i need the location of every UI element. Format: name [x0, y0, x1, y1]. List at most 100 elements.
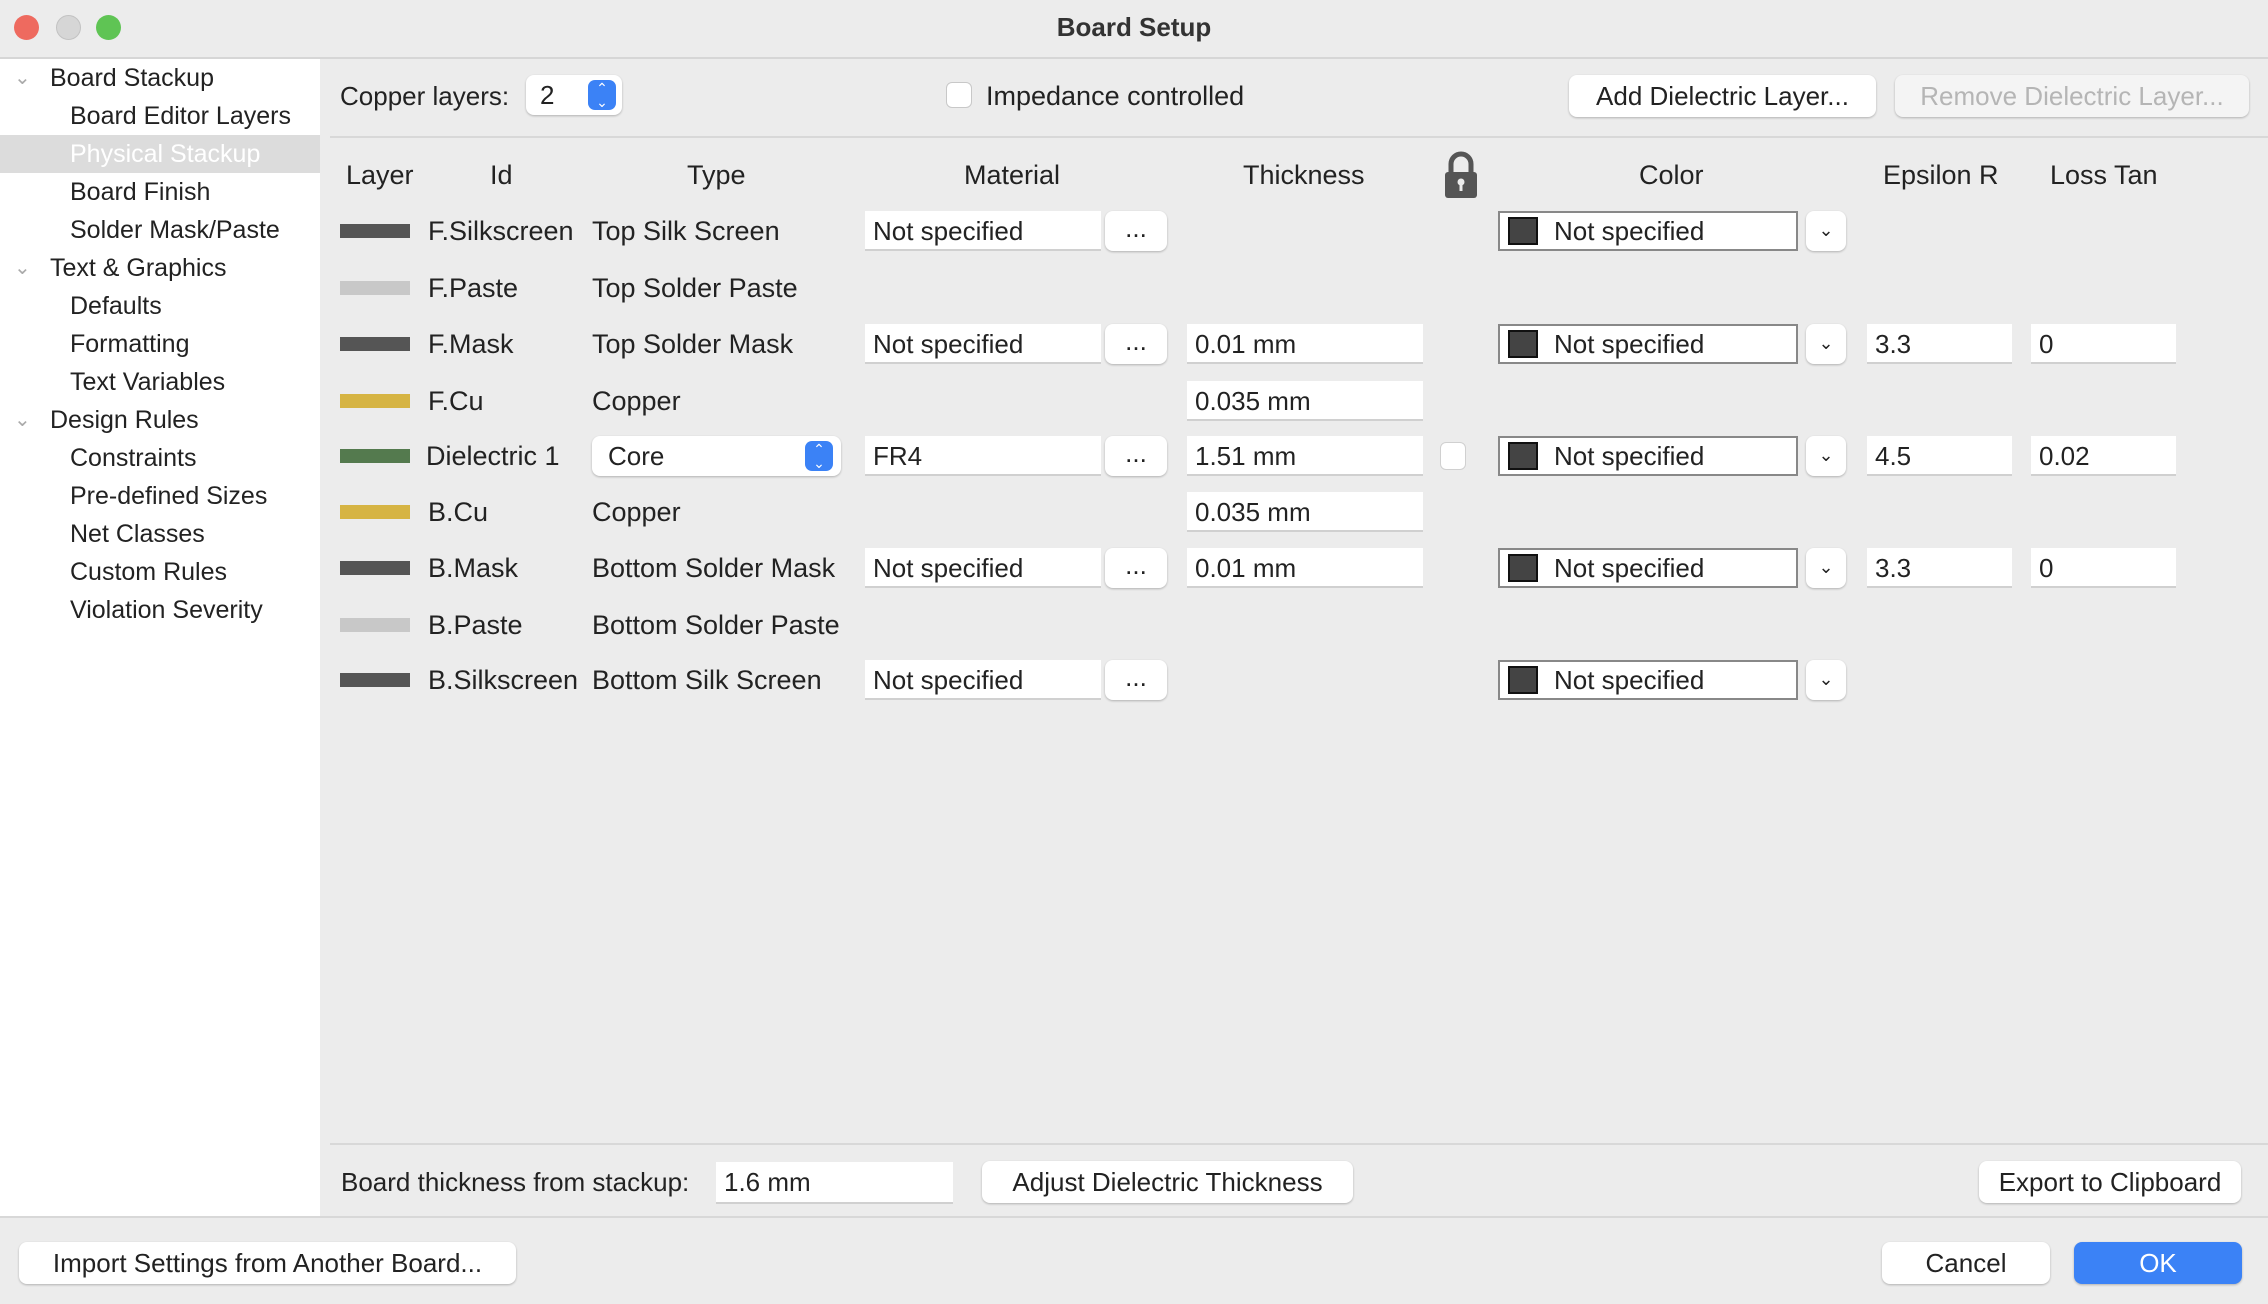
layer-type: Copper: [592, 386, 681, 416]
lock-icon: [1443, 150, 1479, 198]
toolbar-divider: [330, 136, 2268, 138]
impedance-controlled-checkbox[interactable]: [946, 82, 972, 108]
material-field[interactable]: Not specified: [865, 548, 1101, 588]
copper-layers-spinner[interactable]: 2 ⌃ ⌄: [526, 75, 622, 115]
sidebar-item-label: Board Finish: [70, 178, 211, 206]
stepper-arrows-icon[interactable]: ⌃ ⌄: [588, 80, 616, 110]
header-loss-tan: Loss Tan: [2050, 160, 2158, 190]
layer-id: F.Cu: [428, 386, 484, 416]
thickness-lock-checkbox[interactable]: [1440, 442, 1466, 470]
thickness-field[interactable]: 0.01 mm: [1187, 548, 1423, 588]
color-select[interactable]: Not specified: [1498, 324, 1798, 364]
loss-tan-field[interactable]: 0: [2031, 548, 2176, 588]
color-select[interactable]: Not specified: [1498, 660, 1798, 700]
chevron-down-icon[interactable]: ⌄: [1806, 548, 1846, 588]
layer-id: B.Paste: [428, 610, 523, 640]
sidebar-item-label: Constraints: [70, 444, 197, 472]
layer-color-swatch: [340, 337, 410, 351]
bottom-divider: [330, 1143, 2268, 1145]
sidebar-item-board-editor-layers[interactable]: Board Editor Layers: [0, 97, 320, 135]
adjust-dielectric-thickness-button[interactable]: Adjust Dielectric Thickness: [982, 1161, 1353, 1203]
export-to-clipboard-button[interactable]: Export to Clipboard: [1979, 1161, 2241, 1203]
epsilon-r-field[interactable]: 3.3: [1867, 324, 2012, 364]
chevron-down-icon[interactable]: ⌄: [14, 249, 31, 287]
layer-color-swatch: [340, 281, 410, 295]
chevron-down-icon[interactable]: ⌄: [1806, 436, 1846, 476]
header-epsilon-r: Epsilon R: [1883, 160, 1999, 190]
layer-type: Bottom Solder Mask: [592, 553, 836, 583]
thickness-field[interactable]: 0.035 mm: [1187, 492, 1423, 532]
add-dielectric-layer-button[interactable]: Add Dielectric Layer...: [1569, 75, 1876, 117]
stepper-arrows-icon[interactable]: ⌃ ⌄: [805, 441, 833, 471]
epsilon-r-field[interactable]: 4.5: [1867, 436, 2012, 476]
sidebar-item-text-graphics[interactable]: ⌄ Text & Graphics: [0, 249, 320, 287]
sidebar-item-board-finish[interactable]: Board Finish: [0, 173, 320, 211]
sidebar-item-physical-stackup[interactable]: Physical Stackup: [0, 135, 320, 173]
material-field[interactable]: FR4: [865, 436, 1101, 476]
sidebar-item-text-variables[interactable]: Text Variables: [0, 363, 320, 401]
color-swatch: [1508, 666, 1538, 694]
color-value: Not specified: [1554, 329, 1705, 359]
type-select[interactable]: Core ⌃ ⌄: [592, 436, 841, 476]
thickness-field[interactable]: 0.01 mm: [1187, 324, 1423, 364]
material-field[interactable]: Not specified: [865, 660, 1101, 700]
header-type: Type: [687, 160, 746, 190]
sidebar-item-label: Formatting: [70, 330, 190, 358]
sidebar-item-solder-mask-paste[interactable]: Solder Mask/Paste: [0, 211, 320, 249]
chevron-down-icon[interactable]: ⌄: [14, 401, 31, 439]
window-title: Board Setup: [1056, 12, 1212, 42]
sidebar-item-label: Text Variables: [70, 368, 226, 396]
ok-button[interactable]: OK: [2074, 1242, 2242, 1284]
impedance-controlled-label: Impedance controlled: [986, 81, 1245, 111]
sidebar-item-label: Text & Graphics: [50, 254, 227, 282]
sidebar-item-violation-severity[interactable]: Violation Severity: [0, 591, 320, 629]
material-browse-button[interactable]: ...: [1105, 211, 1167, 251]
color-value: Not specified: [1554, 216, 1705, 246]
sidebar-item-formatting[interactable]: Formatting: [0, 325, 320, 363]
sidebar-item-net-classes[interactable]: Net Classes: [0, 515, 320, 553]
material-field[interactable]: Not specified: [865, 211, 1101, 251]
chevron-down-icon[interactable]: ⌄: [1806, 211, 1846, 251]
material-browse-button[interactable]: ...: [1105, 436, 1167, 476]
loss-tan-field[interactable]: 0: [2031, 324, 2176, 364]
epsilon-r-field[interactable]: 3.3: [1867, 548, 2012, 588]
layer-type: Top Solder Paste: [592, 273, 798, 303]
thickness-field[interactable]: 1.51 mm: [1187, 436, 1423, 476]
sidebar-item-design-rules[interactable]: ⌄ Design Rules: [0, 401, 320, 439]
layer-type: Bottom Silk Screen: [592, 665, 822, 695]
chevron-down-icon[interactable]: ⌄: [14, 59, 31, 97]
sidebar-item-defaults[interactable]: Defaults: [0, 287, 320, 325]
sidebar-item-label: Violation Severity: [70, 596, 263, 624]
material-browse-button[interactable]: ...: [1105, 324, 1167, 364]
import-settings-button[interactable]: Import Settings from Another Board...: [19, 1242, 516, 1284]
sidebar-item-pre-defined-sizes[interactable]: Pre-defined Sizes: [0, 477, 320, 515]
title-bar: Board Setup: [0, 0, 2268, 59]
sidebar-item-label: Solder Mask/Paste: [70, 216, 280, 244]
footer-divider: [0, 1216, 2268, 1218]
chevron-down-icon[interactable]: ⌄: [1806, 324, 1846, 364]
remove-dielectric-layer-button[interactable]: Remove Dielectric Layer...: [1895, 75, 2249, 117]
color-value: Not specified: [1554, 441, 1705, 471]
layer-color-swatch: [340, 561, 410, 575]
sidebar-item-constraints[interactable]: Constraints: [0, 439, 320, 477]
material-field[interactable]: Not specified: [865, 324, 1101, 364]
sidebar-item-custom-rules[interactable]: Custom Rules: [0, 553, 320, 591]
material-browse-button[interactable]: ...: [1105, 660, 1167, 700]
material-browse-button[interactable]: ...: [1105, 548, 1167, 588]
cancel-button[interactable]: Cancel: [1882, 1242, 2050, 1284]
layer-id: B.Silkscreen: [428, 665, 579, 695]
sidebar-item-label: Defaults: [70, 292, 162, 320]
copper-layers-label: Copper layers:: [340, 81, 510, 111]
board-thickness-field[interactable]: 1.6 mm: [716, 1162, 953, 1204]
sidebar-item-label: Custom Rules: [70, 558, 227, 586]
color-select[interactable]: Not specified: [1498, 548, 1798, 588]
color-select[interactable]: Not specified: [1498, 211, 1798, 251]
sidebar-item-label: Pre-defined Sizes: [70, 482, 268, 510]
color-swatch: [1508, 330, 1538, 358]
color-select[interactable]: Not specified: [1498, 436, 1798, 476]
loss-tan-field[interactable]: 0.02: [2031, 436, 2176, 476]
thickness-field[interactable]: 0.035 mm: [1187, 381, 1423, 421]
sidebar-item-board-stackup[interactable]: ⌄ Board Stackup: [0, 59, 320, 97]
chevron-down-icon[interactable]: ⌄: [1806, 660, 1846, 700]
header-material: Material: [964, 160, 1061, 190]
